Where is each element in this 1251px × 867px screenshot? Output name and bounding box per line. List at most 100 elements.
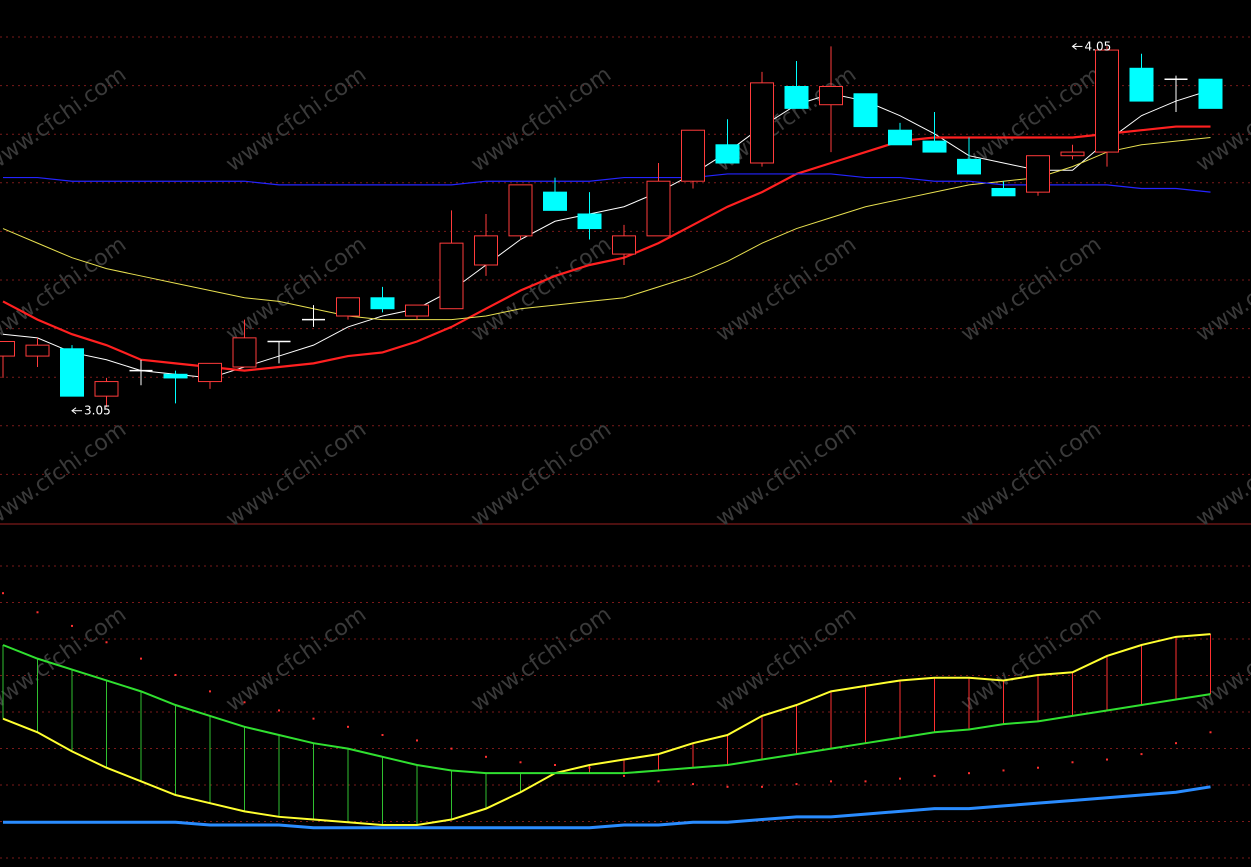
candle-body (577, 213, 602, 230)
candle (302, 305, 325, 327)
indicator-dot (71, 624, 73, 627)
indicator-dot (657, 780, 660, 783)
candle (0, 341, 15, 378)
candle-body (922, 140, 947, 153)
indicator-dot (1175, 742, 1177, 745)
candle-body (543, 191, 567, 211)
candle (888, 122, 912, 146)
indicator-dot (243, 701, 246, 704)
indicator-dot (588, 766, 591, 769)
candle-body (612, 235, 636, 255)
candle (1164, 75, 1188, 112)
watermark-text: www.cfchi.com (0, 62, 131, 177)
watermark-text: www.cfchi.com (957, 602, 1106, 717)
candle (163, 370, 188, 404)
watermark-text: www.cfchi.com (957, 232, 1106, 347)
indicator-dot (174, 674, 177, 676)
candle (1060, 144, 1085, 160)
indicator-dot (1037, 766, 1039, 769)
marker-label: 4.05 (1085, 39, 1112, 53)
candle-body (750, 82, 774, 164)
candle (198, 362, 222, 389)
candle-body (715, 144, 740, 164)
candle-body (991, 188, 1016, 197)
candle-body (163, 373, 188, 379)
candle-body (819, 86, 843, 106)
indicator-dot (692, 783, 694, 786)
candle (1026, 155, 1050, 196)
indicator-dot (519, 761, 522, 764)
candle (853, 93, 878, 128)
candle-body (60, 348, 84, 397)
candle-body (508, 184, 533, 237)
price-marker: 3.05 (71, 404, 111, 418)
candle-body (853, 93, 878, 128)
candle-body (1060, 151, 1085, 157)
candle-body (1026, 155, 1050, 193)
candle-body (198, 362, 222, 383)
watermark-text: www.cfchi.com (222, 62, 371, 177)
candle-body (784, 86, 809, 109)
candle (1198, 78, 1223, 109)
indicator-dot (968, 772, 970, 775)
indicator-dot (1209, 731, 1212, 734)
indicator-dot (450, 747, 453, 750)
candle (681, 129, 705, 189)
candle (819, 46, 843, 153)
candle (784, 61, 809, 109)
indicator-dot (933, 774, 936, 777)
indicator-dot (554, 764, 556, 766)
candle (1129, 53, 1154, 102)
candle-body (1129, 67, 1154, 102)
candle (25, 337, 50, 367)
indicator-dot (1002, 769, 1005, 772)
candle-body (336, 297, 360, 317)
marker-label: 3.05 (84, 404, 111, 418)
indicator-dot (278, 709, 280, 712)
watermark-text: www.cfchi.com (467, 417, 616, 532)
indicator-dot (830, 780, 832, 783)
candle-body (232, 337, 257, 368)
candle-body (370, 297, 395, 310)
candle (129, 359, 153, 386)
candle-body (474, 235, 498, 266)
watermark-text: www.cfchi.com (222, 602, 371, 717)
candle (1095, 46, 1119, 167)
candle (405, 304, 429, 320)
candle (370, 286, 395, 313)
candle (750, 71, 774, 167)
indicator-dot (105, 641, 108, 644)
watermark-text: www.cfchi.com (0, 602, 131, 717)
indicator-dot (795, 783, 798, 786)
candle (336, 297, 360, 320)
watermark-text: www.cfchi.com (467, 602, 616, 717)
indicator-dot (485, 755, 487, 758)
candle (922, 112, 947, 153)
candle-body (1095, 49, 1119, 153)
candle (474, 214, 498, 276)
indicator-dot (36, 611, 39, 614)
candle-body (25, 344, 50, 357)
indicator-dot (416, 739, 418, 742)
watermark-text: www.cfchi.com (222, 232, 371, 347)
watermark-text: www.cfchi.com (712, 602, 861, 717)
indicator-dot (1071, 761, 1074, 764)
candle-body (439, 242, 464, 310)
indicator-dot (1106, 758, 1108, 761)
candle (577, 192, 602, 240)
candle-body (681, 129, 705, 182)
watermark-text: www.cfchi.com (467, 62, 616, 177)
candle-body (888, 129, 912, 146)
candle (94, 377, 119, 408)
indicator-dot (209, 690, 211, 693)
watermark-text: www.cfchi.com (0, 232, 131, 347)
candle (646, 163, 671, 237)
indicator-dot (761, 785, 763, 788)
candle (508, 184, 533, 240)
indicator-dot (726, 785, 729, 788)
watermark-text: www.cfchi.com (712, 232, 861, 347)
indicator-dot (312, 717, 315, 720)
candle-body (1198, 78, 1223, 109)
candle-body (646, 180, 671, 237)
candle-body (0, 341, 15, 357)
